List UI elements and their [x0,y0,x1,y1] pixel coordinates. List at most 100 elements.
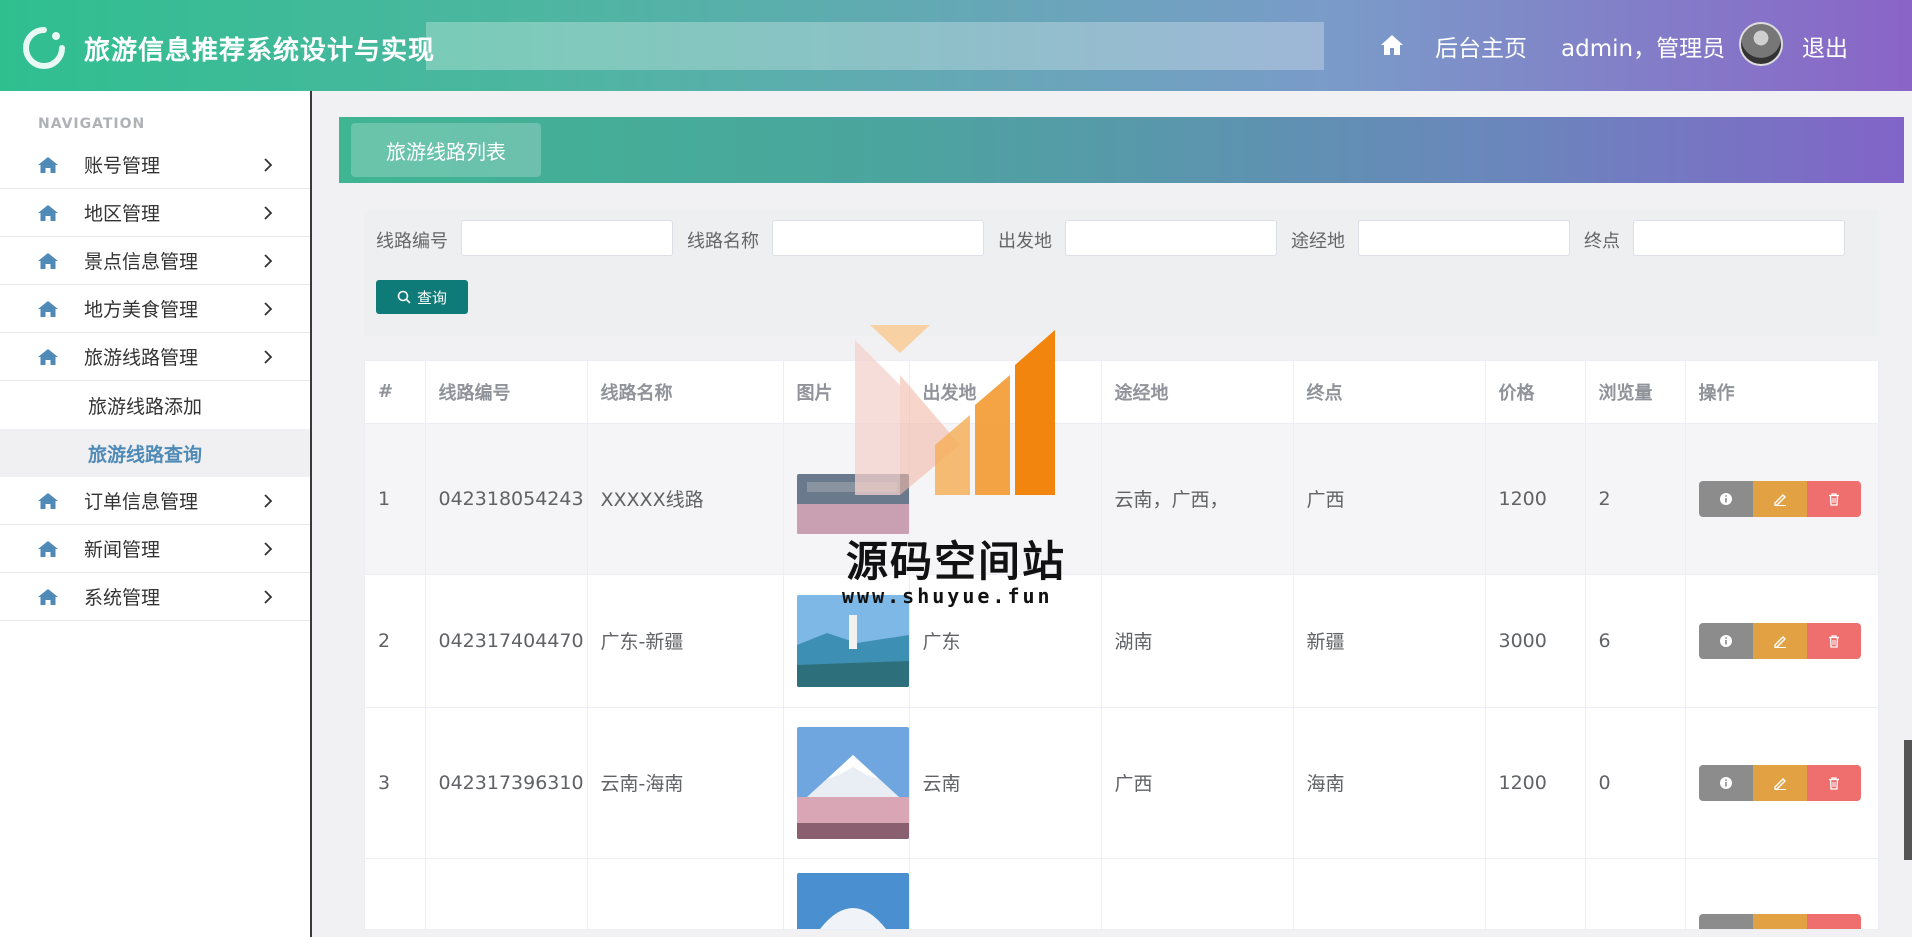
route-code-cell: 042318054243 [425,423,588,575]
tab-route-list[interactable]: 旅游线路列表 [351,123,541,177]
home-icon [38,205,58,221]
chevron-right-icon [264,158,273,172]
via-input[interactable] [1358,220,1570,256]
edit-button[interactable] [1752,480,1807,517]
sidebar-item-system[interactable]: 系统管理 [0,573,310,621]
actions-cell [1685,574,1878,708]
panel-header: 旅游线路列表 [339,117,1904,183]
route-table: # 线路编号 线路名称 图片 出发地 途经地 终点 价格 浏览量 操作 1 04… [364,360,1879,930]
route-name-cell: 广东-新疆 [587,574,784,708]
image-cell [783,858,910,929]
edit-button[interactable] [1752,764,1807,801]
chevron-right-icon [264,590,273,604]
departure-input[interactable] [1065,220,1277,256]
info-icon [1719,634,1732,647]
sidebar-menu: 账号管理 地区管理 景点信息管理 地方美食管理 旅游线路管理 旅游线路添加 旅游… [0,141,310,621]
home-link[interactable]: 后台主页 [1435,29,1527,63]
sidebar-item-label: 账号管理 [84,155,161,177]
table-header-row: # 线路编号 线路名称 图片 出发地 途经地 终点 价格 浏览量 操作 [365,361,1878,424]
search-icon [397,290,411,304]
destination-input[interactable] [1633,220,1845,256]
home-icon[interactable] [1380,34,1404,56]
table-row: 1 042318054243 XXXXX线路 云南，广西， 广西 1200 2 [365,423,1878,575]
home-icon [38,493,58,509]
destination-cell: 新疆 [1293,574,1486,708]
chevron-right-icon [264,254,273,268]
actions-cell [1685,423,1878,575]
home-icon [38,157,58,173]
logout-link[interactable]: 退出 [1802,29,1848,63]
departure-cell: 云南 [909,707,1102,859]
sidebar-item-route[interactable]: 旅游线路管理 [0,333,310,381]
image-cell [783,707,910,859]
route-thumbnail [796,872,909,929]
edit-icon [1773,635,1786,648]
page-scrollbar[interactable] [1904,740,1912,860]
sidebar-subitem-label: 旅游线路查询 [88,443,203,466]
edit-button[interactable] [1752,622,1807,659]
via-cell: 湖南 [1101,574,1294,708]
destination-cell: 海南 [1293,707,1486,859]
detail-button[interactable] [1698,622,1753,659]
delete-button[interactable] [1806,480,1861,517]
sidebar-item-news[interactable]: 新闻管理 [0,525,310,573]
departure-label: 出发地 [998,231,1052,252]
column-header: 终点 [1293,361,1486,424]
route-code-input[interactable] [461,220,673,256]
sidebar-item-label: 地区管理 [84,203,161,225]
route-name-cell: XXXXX线路 [587,423,784,575]
sidebar-item-account[interactable]: 账号管理 [0,141,310,189]
home-icon [38,253,58,269]
home-icon [38,349,58,365]
column-header: 浏览量 [1585,361,1686,424]
chevron-right-icon [264,206,273,220]
chevron-right-icon [264,542,273,556]
delete-button[interactable] [1806,913,1861,929]
via-cell: 广西 [1101,707,1294,859]
sidebar-subitem-route-query[interactable]: 旅游线路查询 [0,429,310,477]
trash-icon [1828,492,1839,506]
sidebar-item-orders[interactable]: 订单信息管理 [0,477,310,525]
sidebar-item-food[interactable]: 地方美食管理 [0,285,310,333]
route-name-cell: 云南-海南 [587,707,784,859]
edit-icon [1773,777,1786,790]
chevron-right-icon [264,494,273,508]
column-header: 线路编号 [425,361,588,424]
search-button[interactable]: 查询 [376,280,468,314]
sidebar-item-label: 地方美食管理 [84,299,199,321]
sidebar-subitem-route-add[interactable]: 旅游线路添加 [0,381,310,429]
route-name-input[interactable] [772,220,984,256]
detail-button[interactable] [1698,480,1753,517]
price-cell: 3000 [1485,574,1586,708]
app-title: 旅游信息推荐系统设计与实现 [84,36,436,66]
logo-icon [23,27,65,69]
via-cell: 云南，广西， [1101,423,1294,575]
route-name-label: 线路名称 [687,231,759,252]
destination-cell: 广西 [1293,423,1486,575]
sidebar-item-label: 系统管理 [84,587,161,609]
delete-button[interactable] [1806,764,1861,801]
sidebar-item-label: 新闻管理 [84,539,161,561]
via-label: 途经地 [1291,231,1345,252]
delete-button[interactable] [1806,622,1861,659]
home-icon [38,301,58,317]
detail-button[interactable] [1698,764,1753,801]
table-row: 3 042317396310 云南-海南 云南 广西 海南 1200 0 [365,707,1878,859]
home-icon [38,541,58,557]
price-cell: 1200 [1485,707,1586,859]
detail-button[interactable] [1698,913,1753,929]
table-row: 2 042317404470 广东-新疆 广东 湖南 新疆 3000 6 [365,574,1878,708]
route-thumbnail [796,726,909,839]
sidebar-item-scenic[interactable]: 景点信息管理 [0,237,310,285]
user-info: admin，管理员 [1561,36,1726,62]
avatar[interactable] [1739,22,1783,66]
chevron-right-icon [264,302,273,316]
column-header: 操作 [1685,361,1878,424]
header-banner [426,22,1324,70]
route-code-label: 线路编号 [376,231,448,252]
edit-button[interactable] [1752,913,1807,929]
info-icon [1719,492,1732,505]
views-cell: 2 [1585,423,1686,575]
row-index: 3 [365,707,426,859]
sidebar-item-region[interactable]: 地区管理 [0,189,310,237]
